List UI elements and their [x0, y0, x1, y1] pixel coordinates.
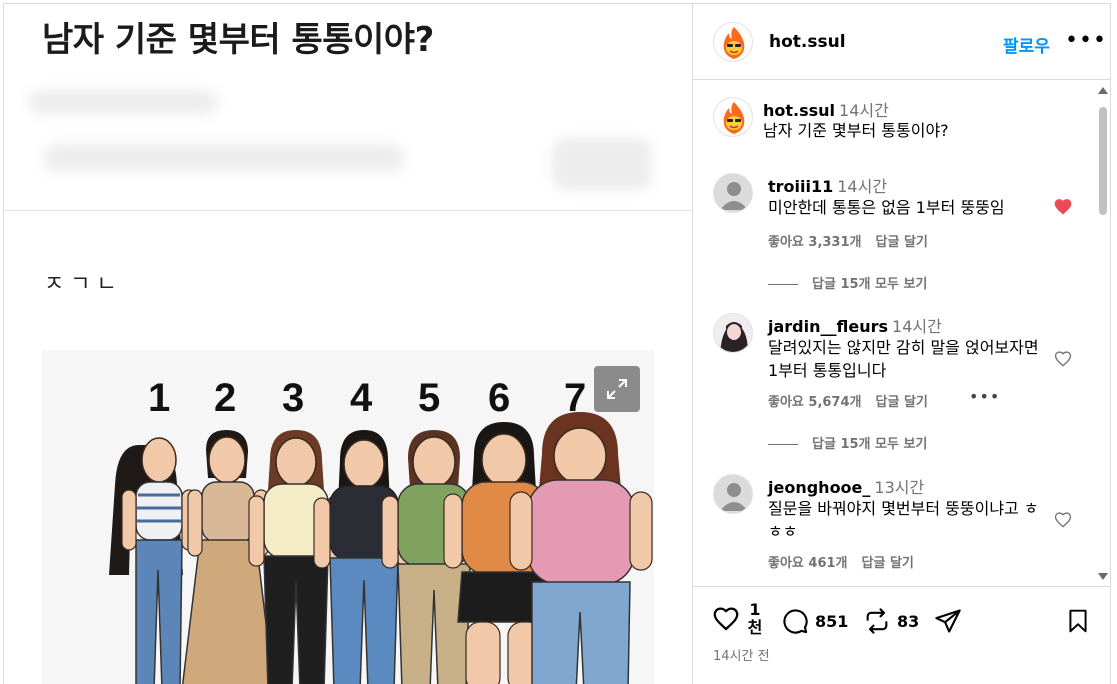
comment-text: 미안한데 통통은 없음 1부터 뚱뚱임	[768, 198, 1005, 217]
blurred-content	[552, 138, 652, 190]
save-button[interactable]	[1065, 607, 1091, 635]
repost-icon	[866, 608, 888, 634]
post-media: 남자 기준 몇부터 통통이야? ㅈㄱㄴ 1 2 3 4 5 6 7	[4, 4, 692, 684]
post-side-panel: hot.ssul 팔로우 ••• hot.ssul 14시간 남자 기준 몇부터…	[692, 4, 1110, 684]
caption-username[interactable]: hot.ssul	[763, 101, 835, 120]
paper-plane-icon	[935, 609, 961, 633]
fire-face-avatar-icon[interactable]	[713, 22, 753, 62]
comments-scrollbar[interactable]	[1097, 83, 1109, 583]
fire-face-avatar-icon[interactable]	[713, 97, 753, 137]
comment-more-button[interactable]: •••	[969, 387, 1000, 406]
comment-likes[interactable]: 좋아요 461개	[768, 556, 848, 571]
figure-number-3: 3	[282, 376, 305, 420]
comment-username[interactable]: jeonghooe_	[768, 478, 870, 497]
expand-button[interactable]	[594, 366, 640, 412]
caption-header: hot.ssul 14시간	[763, 97, 889, 121]
post-actions: 1천 851 83 14시간 전	[693, 586, 1110, 684]
comment-header: troiii11 14시간	[768, 173, 887, 197]
reply-button[interactable]: 답글 달기	[876, 235, 928, 250]
comment-bubble-icon	[783, 609, 808, 634]
post-window: 남자 기준 몇부터 통통이야? ㅈㄱㄴ 1 2 3 4 5 6 7 hot.ss…	[3, 3, 1111, 684]
heart-outline-icon	[713, 607, 739, 631]
comment-item: jardin__fleurs 14시간 달려있지는 않지만 감히 말을 얹어보자면…	[693, 313, 1093, 453]
more-options-button[interactable]: •••	[1065, 28, 1107, 53]
figure-number-1: 1	[148, 376, 171, 420]
comment-time: 14시간	[837, 177, 888, 196]
reply-button[interactable]: 답글 달기	[862, 556, 914, 571]
comment-item: troiii11 14시간 미안한데 통통은 없음 1부터 뚱뚱임 좋아요 3,3…	[693, 173, 1093, 293]
default-avatar-icon[interactable]	[713, 474, 753, 514]
comment-header: jeonghooe_ 13시간	[768, 474, 924, 498]
post-timestamp: 14시간 전	[713, 649, 770, 664]
view-replies-link[interactable]: 답글 15개 모두 보기	[768, 273, 927, 292]
figure-number-4: 4	[350, 376, 373, 420]
caption-time: 14시간	[839, 101, 889, 120]
scroll-up-arrow-icon[interactable]	[1098, 87, 1108, 94]
repost-count: 83	[897, 611, 920, 631]
reply-button[interactable]: 답글 달기	[876, 395, 928, 410]
comment-item: jeonghooe_ 13시간 질문을 바꿔야지 몇번부터 뚱뚱이냐고 ㅎㅎㅎ 좋…	[693, 474, 1093, 584]
follow-button[interactable]: 팔로우	[1003, 32, 1050, 57]
comment-meta: 좋아요 5,674개 답글 달기	[768, 391, 942, 410]
bookmark-icon	[1069, 609, 1087, 633]
post-image[interactable]: 1 2 3 4 5 6 7	[42, 350, 654, 684]
comment-meta: 좋아요 461개 답글 달기	[768, 552, 928, 571]
default-avatar-icon[interactable]	[713, 173, 753, 213]
figure-number-2: 2	[214, 376, 237, 420]
comment-username[interactable]: jardin__fleurs	[768, 317, 888, 336]
post-title: 남자 기준 몇부터 통통이야?	[42, 20, 434, 60]
heart-outline-icon[interactable]	[1053, 349, 1073, 369]
view-replies-link[interactable]: 답글 15개 모두 보기	[768, 433, 927, 452]
comment-text: 달려있지는 않지만 감히 말을 얹어보자면 1부터 통통입니다	[768, 338, 1039, 380]
header-username[interactable]: hot.ssul	[769, 32, 846, 52]
blurred-content	[28, 90, 218, 114]
scroll-down-arrow-icon[interactable]	[1098, 573, 1108, 580]
caption: hot.ssul 14시간 남자 기준 몇부터 통통이야?	[693, 97, 1093, 157]
comment-count: 851	[815, 611, 849, 631]
user-avatar[interactable]	[713, 313, 753, 353]
like-button[interactable]: 1천	[711, 601, 763, 637]
share-button[interactable]	[933, 607, 963, 635]
body-types-illustration	[109, 412, 653, 684]
figure-number-6: 6	[488, 376, 511, 420]
comment-button[interactable]: 851	[781, 607, 848, 635]
comments-list[interactable]: hot.ssul 14시간 남자 기준 몇부터 통통이야? troiii11 14시…	[693, 81, 1110, 585]
like-count[interactable]: 1천	[747, 601, 763, 637]
comment-text: 질문을 바꿔야지 몇번부터 뚱뚱이냐고 ㅎㅎㅎ	[768, 499, 1039, 541]
comment-likes[interactable]: 좋아요 5,674개	[768, 395, 862, 410]
figure-number-7: 7	[564, 376, 587, 420]
repost-button[interactable]: 83	[863, 607, 919, 635]
caption-text: 남자 기준 몇부터 통통이야?	[763, 121, 949, 140]
blurred-content	[44, 144, 404, 172]
post-body-text: ㅈㄱㄴ	[44, 272, 123, 297]
figure-number-5: 5	[418, 376, 441, 420]
figure-1	[109, 437, 197, 684]
comment-time: 13시간	[874, 478, 925, 497]
liked-heart-icon[interactable]	[1053, 197, 1073, 217]
comment-likes[interactable]: 좋아요 3,331개	[768, 235, 862, 250]
post-header: hot.ssul 팔로우 •••	[693, 4, 1110, 80]
divider	[4, 210, 692, 211]
comment-meta: 좋아요 3,331개 답글 달기	[768, 231, 942, 250]
figure-4	[313, 430, 415, 684]
heart-outline-icon[interactable]	[1053, 510, 1073, 530]
comment-username[interactable]: troiii11	[768, 177, 833, 196]
scroll-thumb[interactable]	[1099, 107, 1107, 215]
comment-time: 14시간	[892, 317, 942, 336]
comment-header: jardin__fleurs 14시간	[768, 313, 942, 337]
expand-icon	[607, 379, 627, 399]
